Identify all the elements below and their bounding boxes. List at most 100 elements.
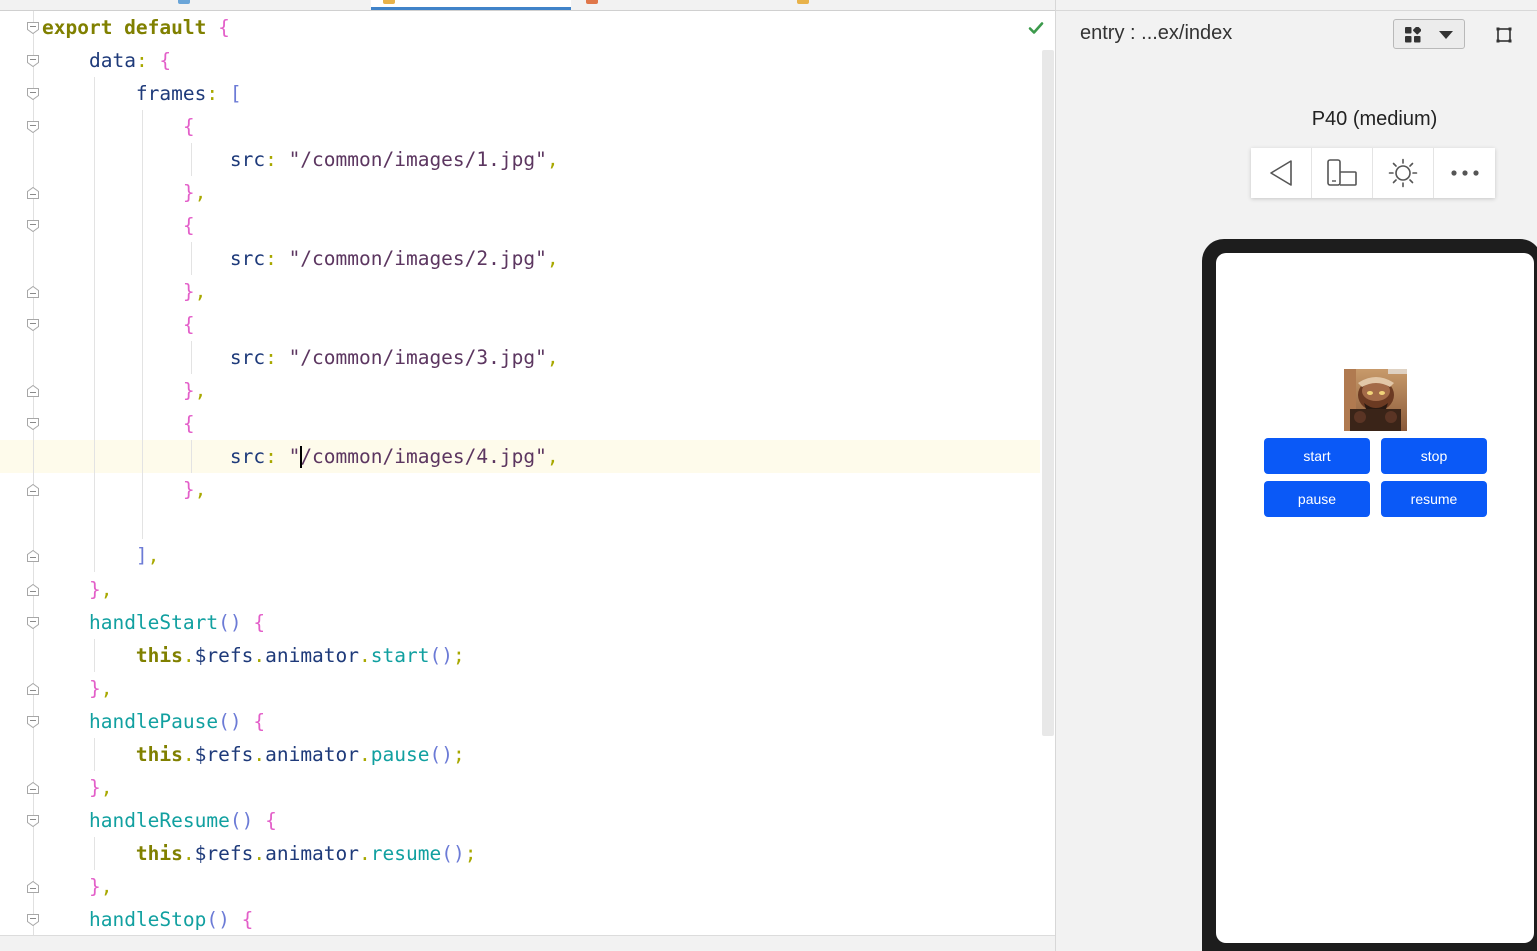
fold-collapse-icon[interactable] bbox=[27, 121, 39, 134]
code-line[interactable]: }, bbox=[42, 672, 113, 705]
code-token: } bbox=[182, 478, 195, 502]
code-editor[interactable]: export default { data: { frames: [ { src… bbox=[0, 11, 1055, 935]
code-line[interactable]: }, bbox=[42, 870, 113, 903]
stop-button[interactable]: stop bbox=[1381, 438, 1487, 474]
code-token: , bbox=[100, 577, 113, 601]
inspection-ok-icon[interactable] bbox=[1028, 20, 1044, 36]
fold-end-icon[interactable] bbox=[27, 880, 39, 893]
code-line[interactable]: src: "/common/images/4.jpg", bbox=[42, 440, 559, 473]
code-line[interactable]: { bbox=[42, 308, 195, 341]
code-line[interactable]: data: { bbox=[42, 44, 171, 77]
maximize-icon[interactable] bbox=[1496, 27, 1512, 43]
device-screen[interactable]: start stop pause resume bbox=[1216, 253, 1534, 943]
code-token: , bbox=[194, 181, 207, 205]
fold-collapse-icon[interactable] bbox=[27, 814, 39, 827]
code-token: src bbox=[229, 346, 266, 370]
code-line[interactable]: handleStop() { bbox=[42, 903, 253, 935]
fold-collapse-icon[interactable] bbox=[27, 418, 39, 431]
code-line[interactable]: frames: [ bbox=[42, 77, 242, 110]
code-line[interactable]: handleStart() { bbox=[42, 606, 265, 639]
code-token: } bbox=[182, 181, 195, 205]
fold-collapse-icon[interactable] bbox=[27, 22, 39, 34]
fold-collapse-icon[interactable] bbox=[27, 88, 39, 101]
code-token: { bbox=[182, 412, 195, 436]
layout-select[interactable] bbox=[1393, 19, 1465, 49]
code-line[interactable]: { bbox=[42, 209, 195, 242]
start-button[interactable]: start bbox=[1264, 438, 1370, 474]
code-token: { bbox=[159, 49, 172, 73]
code-token: . bbox=[359, 742, 371, 766]
code-token: this bbox=[135, 643, 183, 667]
fold-end-icon[interactable] bbox=[27, 682, 39, 695]
tab-active[interactable] bbox=[371, 0, 571, 10]
code-token: /common/images/4.jpg" bbox=[300, 445, 547, 469]
rotate-device-button[interactable] bbox=[1312, 148, 1373, 198]
code-token: $refs bbox=[194, 841, 254, 865]
code-token: () bbox=[206, 907, 230, 931]
code-line[interactable]: this.$refs.animator.resume(); bbox=[42, 837, 477, 870]
more-button[interactable] bbox=[1434, 148, 1495, 198]
fold-end-icon[interactable] bbox=[27, 550, 39, 563]
code-token: , bbox=[546, 148, 559, 172]
fold-end-icon[interactable] bbox=[27, 583, 39, 596]
code-line[interactable]: }, bbox=[42, 771, 113, 804]
code-token: () bbox=[441, 841, 465, 865]
fold-collapse-icon[interactable] bbox=[27, 616, 39, 629]
grid-layout-icon bbox=[1405, 27, 1421, 43]
fold-collapse-icon[interactable] bbox=[27, 715, 39, 728]
code-line[interactable]: { bbox=[42, 407, 195, 440]
code-token: : bbox=[206, 82, 230, 106]
code-token: : bbox=[265, 445, 289, 469]
code-token: " bbox=[288, 445, 301, 469]
code-line[interactable]: this.$refs.animator.pause(); bbox=[42, 738, 465, 771]
theme-button[interactable] bbox=[1373, 148, 1434, 198]
code-line[interactable]: }, bbox=[42, 374, 207, 407]
code-line[interactable]: }, bbox=[42, 573, 113, 606]
fold-collapse-icon[interactable] bbox=[27, 913, 39, 926]
code-line[interactable]: handleResume() { bbox=[42, 804, 277, 837]
code-token: frames bbox=[135, 82, 207, 106]
fold-end-icon[interactable] bbox=[27, 781, 39, 794]
previewer-title: entry : ...ex/index bbox=[1080, 22, 1233, 44]
code-line[interactable]: src: "/common/images/1.jpg", bbox=[42, 143, 559, 176]
code-token: { bbox=[182, 313, 195, 337]
editor-tab-strip bbox=[0, 0, 1055, 11]
code-line[interactable]: handlePause() { bbox=[42, 705, 265, 738]
code-token: () bbox=[429, 643, 453, 667]
resume-button[interactable]: resume bbox=[1381, 481, 1487, 517]
fold-end-icon[interactable] bbox=[27, 484, 39, 497]
code-line[interactable]: export default { bbox=[42, 11, 230, 44]
code-line[interactable]: { bbox=[42, 110, 195, 143]
code-token: ; bbox=[452, 742, 465, 766]
code-line[interactable]: }, bbox=[42, 176, 207, 209]
code-line[interactable]: ], bbox=[42, 539, 160, 572]
code-line[interactable]: src: "/common/images/3.jpg", bbox=[42, 341, 559, 374]
fold-collapse-icon[interactable] bbox=[27, 220, 39, 233]
code-token: . bbox=[182, 742, 195, 766]
editor-gutter bbox=[0, 11, 42, 935]
pause-button[interactable]: pause bbox=[1264, 481, 1370, 517]
code-line[interactable]: }, bbox=[42, 473, 207, 506]
fold-collapse-icon[interactable] bbox=[27, 55, 39, 68]
editor-scrollbar-thumb[interactable] bbox=[1042, 50, 1054, 736]
editor-breadcrumb[interactable] bbox=[0, 935, 1055, 951]
code-line[interactable]: }, bbox=[42, 275, 207, 308]
code-line[interactable]: src: "/common/images/2.jpg", bbox=[42, 242, 559, 275]
back-button[interactable] bbox=[1251, 148, 1312, 198]
fold-end-icon[interactable] bbox=[27, 187, 39, 200]
code-token: "/common/images/2.jpg" bbox=[288, 247, 547, 271]
fold-collapse-icon[interactable] bbox=[27, 319, 39, 332]
code-line[interactable]: this.$refs.animator.start(); bbox=[42, 639, 465, 672]
tab-icon bbox=[178, 0, 190, 4]
tab-icon bbox=[797, 0, 809, 4]
fold-end-icon[interactable] bbox=[27, 385, 39, 398]
fold-end-icon[interactable] bbox=[27, 286, 39, 299]
